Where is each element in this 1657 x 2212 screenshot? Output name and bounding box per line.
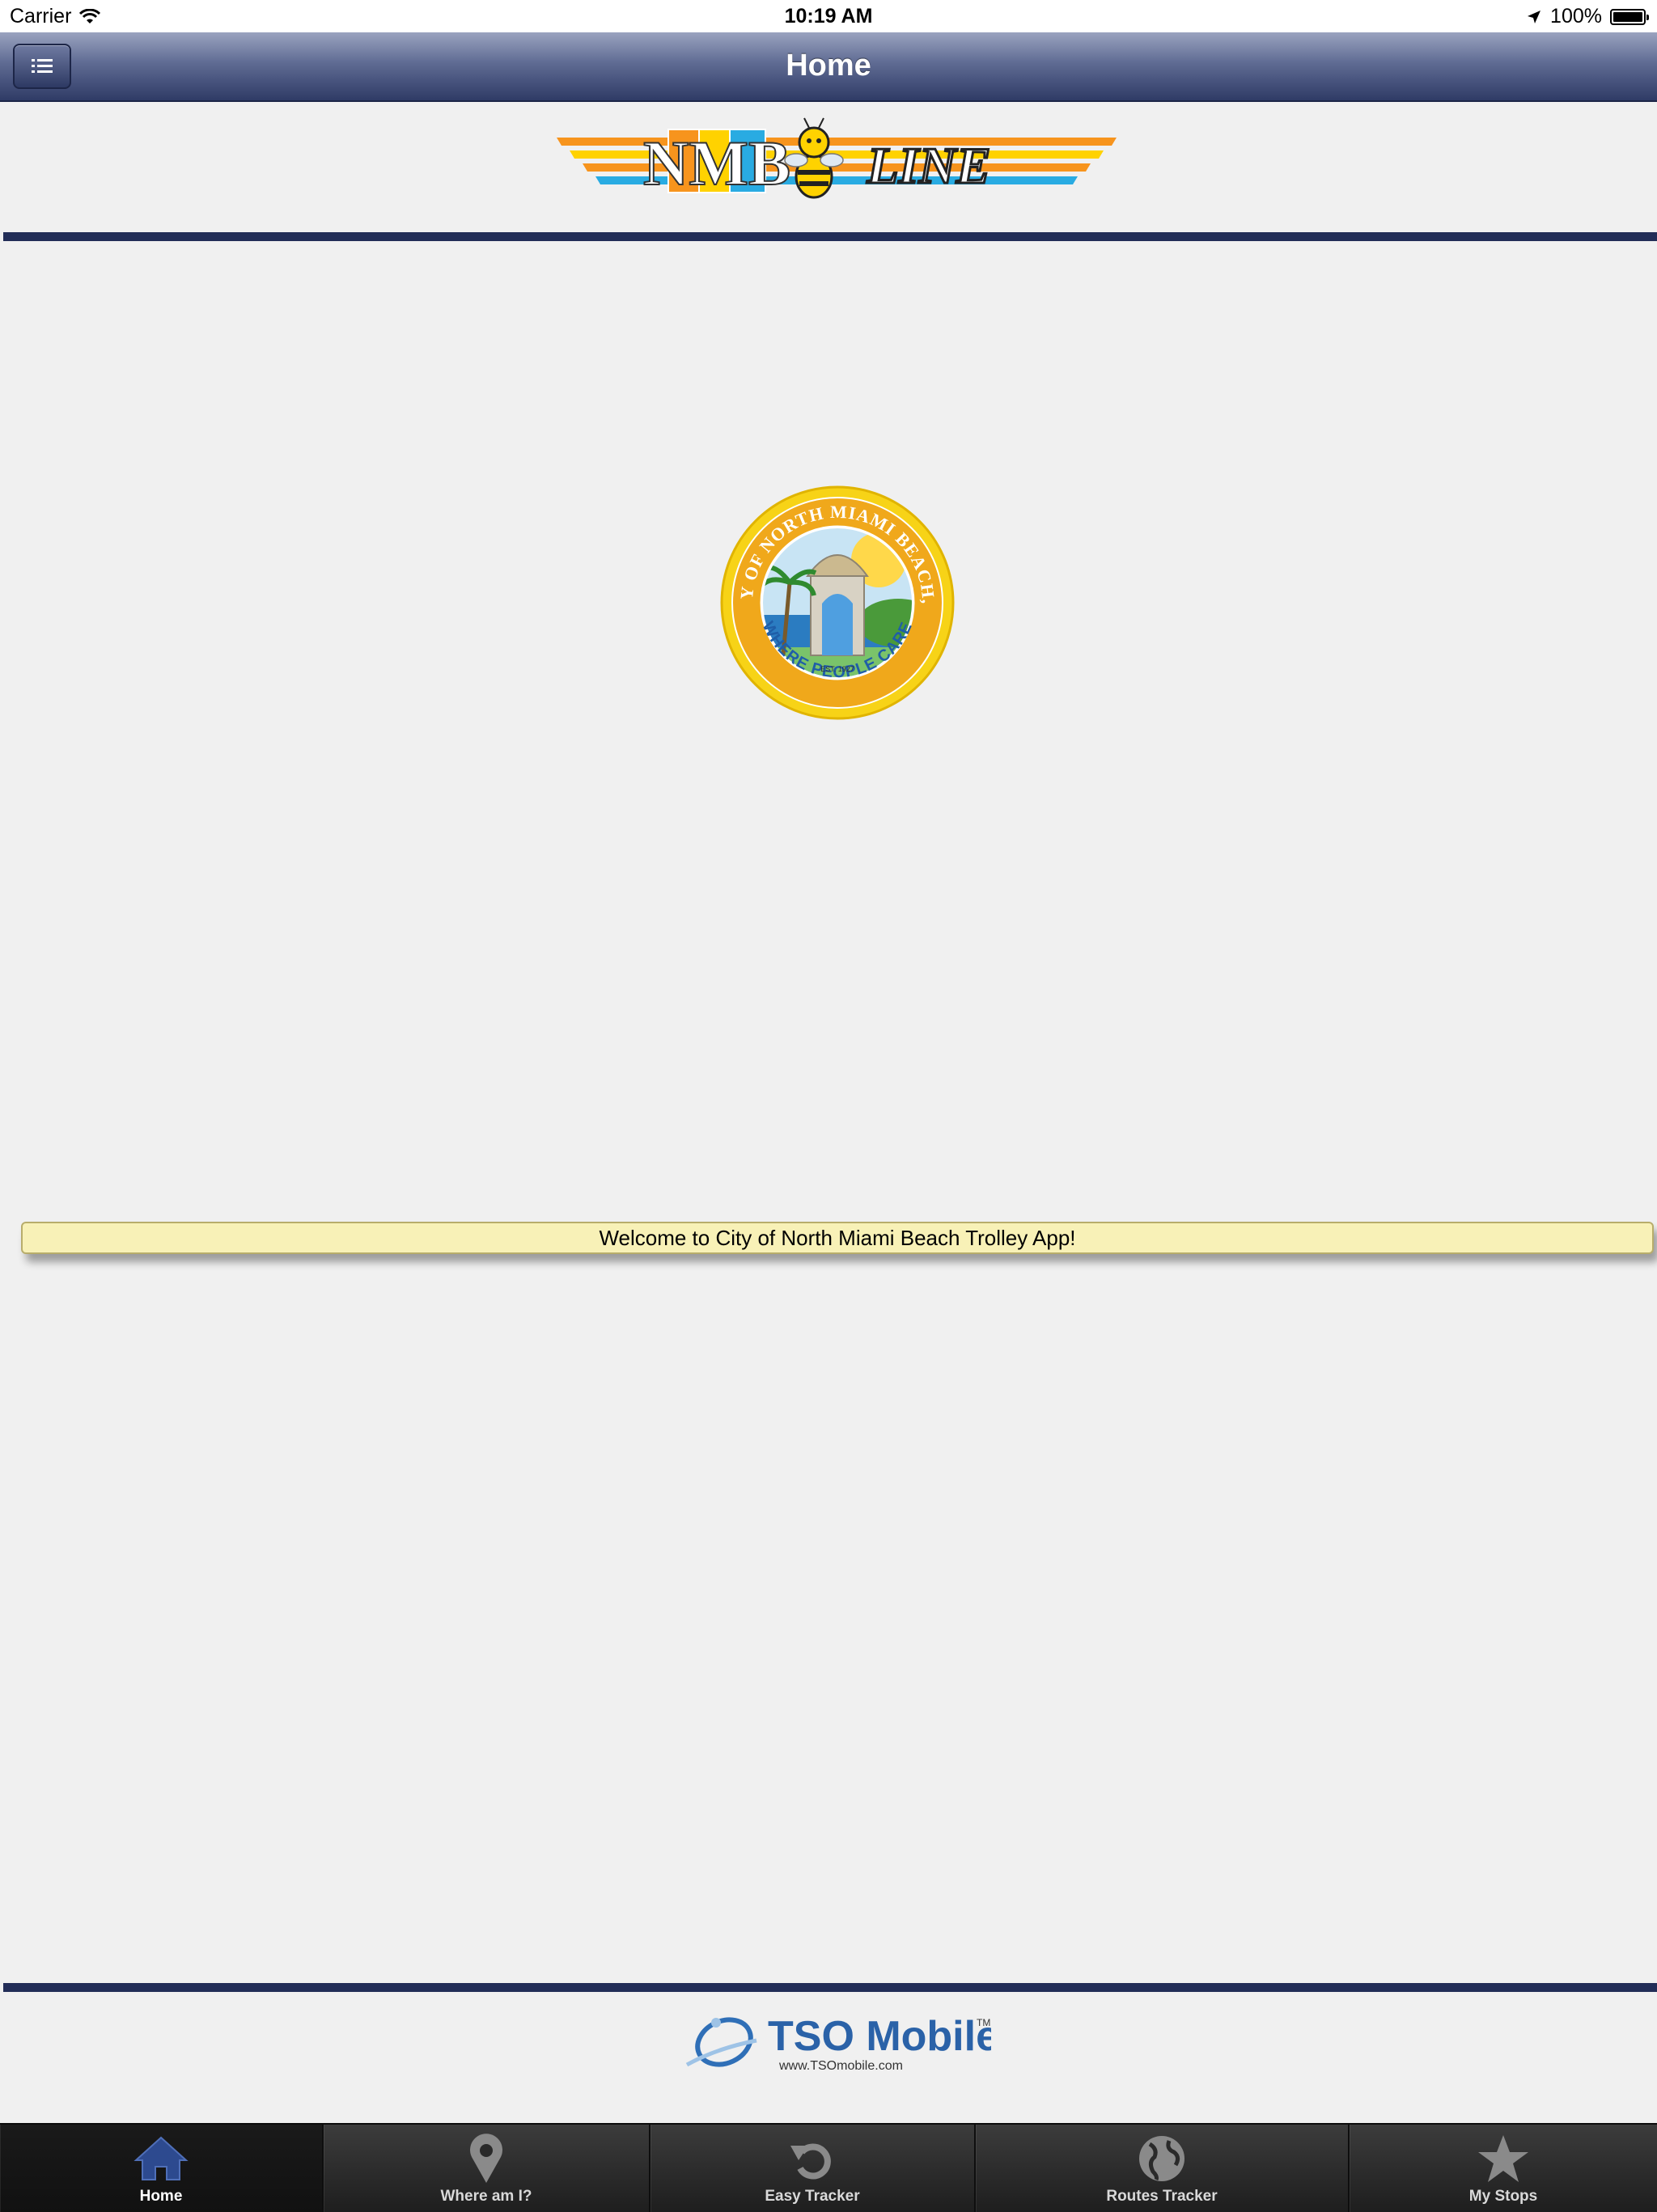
status-bar: Carrier 10:19 AM 100%	[0, 0, 1657, 32]
seal-est-text: EST. 1927	[820, 665, 854, 673]
logo-text-line: LINE	[867, 137, 991, 194]
tab-routes-tracker[interactable]: Routes Tracker	[976, 2125, 1350, 2212]
bottom-divider	[3, 1983, 1657, 1992]
battery-fill	[1613, 11, 1642, 22]
tab-where-am-i-label: Where am I?	[440, 2188, 532, 2205]
tso-url-text: www.TSOmobile.com	[778, 2059, 903, 2073]
top-divider	[3, 232, 1657, 241]
tso-brand-text: TSO Mobile	[768, 2013, 991, 2060]
tab-routes-tracker-label: Routes Tracker	[1106, 2188, 1218, 2205]
globe-icon	[1139, 2136, 1184, 2181]
tab-my-stops[interactable]: My Stops	[1350, 2125, 1657, 2212]
city-seal: CITY OF NORTH MIAMI BEACH, FL WHERE PEOP…	[720, 485, 955, 720]
tab-easy-tracker[interactable]: Easy Tracker	[651, 2125, 976, 2212]
tab-easy-tracker-label: Easy Tracker	[765, 2188, 860, 2205]
page-title: Home	[786, 49, 871, 83]
tab-bar: Home Where am I? Easy Tracker Routes Tra…	[0, 2123, 1657, 2212]
tab-home[interactable]: Home	[0, 2125, 324, 2212]
location-arrow-icon	[1528, 10, 1541, 23]
status-time: 10:19 AM	[784, 5, 873, 28]
welcome-banner: Welcome to City of North Miami Beach Tro…	[21, 1222, 1654, 1254]
tab-home-label: Home	[139, 2188, 183, 2205]
battery-icon	[1610, 8, 1649, 25]
refresh-icon	[790, 2143, 831, 2180]
tab-where-am-i[interactable]: Where am I?	[324, 2125, 651, 2212]
bee-icon	[784, 117, 844, 199]
home-icon	[133, 2136, 189, 2180]
star-icon	[1478, 2135, 1528, 2182]
nav-bar: Home	[0, 32, 1657, 102]
nmb-line-logo: NMB LINE	[557, 117, 1117, 199]
logo-text-nmb: NMB	[643, 128, 790, 198]
battery-percent: 100%	[1550, 5, 1602, 28]
tso-mobile-logo: TSO Mobile TM www.TSOmobile.com	[685, 2013, 991, 2073]
tso-tm-text: TM	[977, 2017, 990, 2028]
tab-my-stops-label: My Stops	[1468, 2188, 1538, 2205]
location-pin-icon	[470, 2134, 502, 2183]
satellite-swoosh-icon	[685, 2017, 757, 2067]
status-right: 100%	[1526, 5, 1649, 28]
